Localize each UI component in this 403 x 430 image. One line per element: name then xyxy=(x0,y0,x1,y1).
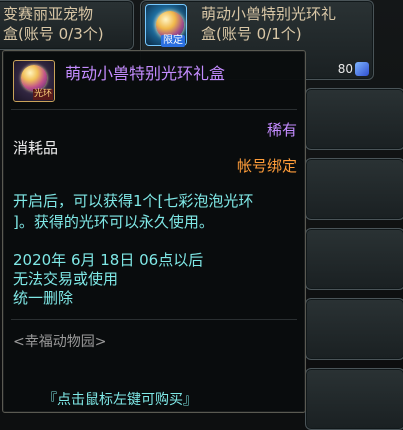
item-rarity: 稀有 xyxy=(266,121,297,139)
divider xyxy=(11,109,297,110)
item-description: 开启后，可以获得1个[七彩泡泡光环 ]。获得的光环可以永久使用。 xyxy=(13,191,299,233)
item-type: 消耗品 xyxy=(13,139,59,157)
shop-item-left-title2: 盒(账号 0/3个) xyxy=(3,25,104,43)
icon-label: 光环 xyxy=(32,89,53,100)
item-icon: 光环 xyxy=(13,60,55,102)
item-title: 萌动小兽特别光环礼盒 xyxy=(65,64,226,83)
shop-item-left-title1: 变赛丽亚宠物 xyxy=(3,5,94,23)
shop-item-slot[interactable] xyxy=(305,368,403,430)
currency-icon xyxy=(355,62,369,76)
shop-item-slot[interactable] xyxy=(305,298,403,360)
purchase-hint: 『点击鼠标左键可购买』 xyxy=(43,392,197,408)
shop-item-left[interactable]: 变赛丽亚宠物 盒(账号 0/3个) xyxy=(0,0,134,50)
shop-item-right-title1: 萌动小兽特别光环礼 xyxy=(201,5,337,23)
aura-orb-icon xyxy=(21,65,47,91)
expiry-line: 统一删除 xyxy=(13,289,74,307)
description-line: ]。获得的光环可以永久使用。 xyxy=(13,213,214,231)
description-line: 开启后，可以获得1个[七彩泡泡光环 xyxy=(13,192,254,210)
expiry-notice: 2020年 6月 18日 06点以后 无法交易或使用 统一删除 xyxy=(13,251,203,308)
shop-item-slot[interactable] xyxy=(305,228,403,290)
shop-item-right-title2: 盒(账号 0/1个) xyxy=(201,25,302,43)
bind-status: 帐号绑定 xyxy=(236,157,297,175)
item-tooltip: 光环 萌动小兽特别光环礼盒 稀有 消耗品 帐号绑定 开启后，可以获得1个[七彩泡… xyxy=(2,50,306,413)
limited-badge: 限定 xyxy=(161,35,185,47)
expiry-line: 2020年 6月 18日 06点以后 xyxy=(13,251,204,269)
expiry-line: 无法交易或使用 xyxy=(13,270,119,288)
shop-item-slot[interactable] xyxy=(305,158,403,220)
price-value: 80 xyxy=(337,62,353,76)
shop-item-slot[interactable] xyxy=(305,88,403,150)
divider xyxy=(11,319,297,320)
shop-name: <幸福动物园> xyxy=(13,334,107,350)
aura-box-icon: 限定 xyxy=(145,4,187,47)
